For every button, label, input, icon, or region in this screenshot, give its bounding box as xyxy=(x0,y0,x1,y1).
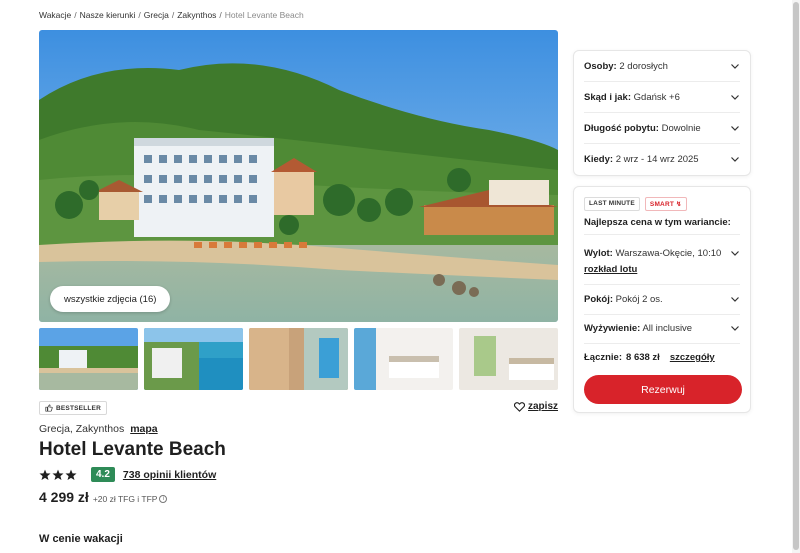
price-fees: +20 zł TFG i TFP i xyxy=(93,494,168,504)
breadcrumb-separator: / xyxy=(219,10,222,20)
total-value: 8 638 zł xyxy=(626,352,660,363)
included-section-title: W cenie wakacji xyxy=(39,533,123,545)
chevron-down-icon xyxy=(731,297,739,302)
rating-score-badge: 4.2 xyxy=(91,467,115,482)
photo-thumbnails xyxy=(39,328,558,390)
divider xyxy=(584,314,740,315)
smart-badge: SMART ↯ xyxy=(644,197,687,211)
thumbnail-2[interactable] xyxy=(144,328,243,390)
flight-select[interactable]: Wylot: Warszawa-Okęcie, 10:10 xyxy=(584,246,740,260)
all-photos-button[interactable]: wszystkie zdjęcia (16) xyxy=(50,286,171,312)
save-label: zapisz xyxy=(528,401,559,412)
chevron-down-icon xyxy=(731,251,739,256)
divider xyxy=(584,343,740,344)
persons-label: Osoby: xyxy=(584,60,617,72)
thumbnail-3[interactable] xyxy=(249,328,348,390)
dates-label: Kiedy: xyxy=(584,153,614,165)
hotel-price: 4 299 zł xyxy=(39,489,89,505)
divider xyxy=(584,112,740,113)
hotel-name: Hotel Levante Beach xyxy=(39,439,226,460)
chevron-down-icon xyxy=(731,64,739,69)
main-hotel-photo[interactable] xyxy=(39,30,558,322)
board-value: All inclusive xyxy=(642,322,693,334)
thumbnail-5[interactable] xyxy=(459,328,558,390)
scrollbar-thumb[interactable] xyxy=(793,2,799,550)
rating-row: 4.2 738 opinii klientów xyxy=(39,467,216,482)
breadcrumb-separator: / xyxy=(138,10,141,20)
star-rating xyxy=(39,469,77,481)
bestseller-label: BESTSELLER xyxy=(56,404,101,412)
room-select[interactable]: Pokój: Pokój 2 os. xyxy=(584,292,740,306)
star-icon xyxy=(39,469,51,480)
info-icon[interactable]: i xyxy=(159,495,168,503)
duration-value: Dowolnie xyxy=(661,122,701,134)
star-icon xyxy=(65,469,77,480)
page-scrollbar[interactable] xyxy=(792,0,800,553)
chevron-down-icon xyxy=(731,126,739,131)
offer-badges: LAST MINUTE SMART ↯ xyxy=(584,197,687,211)
room-value: Pokój 2 os. xyxy=(615,293,663,305)
persons-value: 2 dorosłych xyxy=(619,60,668,72)
offer-panel: LAST MINUTE SMART ↯ Najlepsza cena w tym… xyxy=(573,186,751,413)
save-button[interactable]: zapisz xyxy=(514,401,558,412)
departure-value: Gdańsk +6 xyxy=(633,91,680,103)
price-fees-text: +20 zł TFG i TFP xyxy=(92,494,158,504)
departure-select[interactable]: Skąd i jak: Gdańsk +6 xyxy=(584,90,740,104)
reserve-button[interactable]: Rezerwuj xyxy=(584,375,742,404)
divider xyxy=(584,81,740,82)
hotel-location: Grecja, Zakynthos mapa xyxy=(39,423,158,435)
chevron-down-icon xyxy=(731,326,739,331)
breadcrumb-current: Hotel Levante Beach xyxy=(224,10,304,20)
breadcrumb-separator: / xyxy=(74,10,77,20)
price-row: 4 299 zł +20 zł TFG i TFP i xyxy=(39,489,168,505)
divider xyxy=(584,234,740,235)
board-select[interactable]: Wyżywienie: All inclusive xyxy=(584,321,740,335)
breadcrumb: Wakacje / Nasze kierunki / Grecja / Zaky… xyxy=(39,10,304,20)
breadcrumb-separator: / xyxy=(171,10,175,20)
search-params-panel: Osoby: 2 dorosłych Skąd i jak: Gdańsk +6… xyxy=(573,50,751,176)
breadcrumb-item-region[interactable]: Zakynthos xyxy=(177,10,216,20)
last-minute-badge: LAST MINUTE xyxy=(584,197,640,211)
star-icon xyxy=(52,469,64,480)
flight-value: Warszawa-Okęcie, 10:10 xyxy=(615,247,722,259)
persons-select[interactable]: Osoby: 2 dorosłych xyxy=(584,59,740,73)
details-link[interactable]: szczegóły xyxy=(670,352,715,363)
duration-label: Długość pobytu: xyxy=(584,122,659,134)
divider xyxy=(584,284,740,285)
heart-icon xyxy=(514,401,525,412)
room-label: Pokój: xyxy=(584,293,614,305)
breadcrumb-item-wakacje[interactable]: Wakacje xyxy=(39,10,71,20)
divider xyxy=(584,143,740,144)
dates-select[interactable]: Kiedy: 2 wrz - 14 wrz 2025 xyxy=(584,152,740,166)
best-price-label: Najlepsza cena w tym wariancie: xyxy=(584,217,731,228)
board-label: Wyżywienie: xyxy=(584,322,641,334)
total-label: Łącznie: xyxy=(584,352,623,363)
dates-value: 2 wrz - 14 wrz 2025 xyxy=(615,153,699,165)
map-link[interactable]: mapa xyxy=(130,423,157,435)
smart-badge-label: SMART xyxy=(649,201,675,208)
bestseller-badge: BESTSELLER xyxy=(39,401,107,415)
smart-logo-icon: ↯ xyxy=(676,201,682,208)
breadcrumb-item-kierunki[interactable]: Nasze kierunki xyxy=(80,10,136,20)
thumbs-up-icon xyxy=(45,404,53,412)
breadcrumb-item-country[interactable]: Grecja xyxy=(144,10,169,20)
flight-label: Wylot: xyxy=(584,247,613,259)
chevron-down-icon xyxy=(731,157,739,162)
thumbnail-4[interactable] xyxy=(354,328,453,390)
thumbnail-1[interactable] xyxy=(39,328,138,390)
total-price-row: Łącznie: 8 638 zł szczegóły xyxy=(584,352,715,363)
duration-select[interactable]: Długość pobytu: Dowolnie xyxy=(584,121,740,135)
reviews-link[interactable]: 738 opinii klientów xyxy=(123,469,216,481)
chevron-down-icon xyxy=(731,95,739,100)
location-text: Grecja, Zakynthos xyxy=(39,423,125,435)
flight-schedule-link[interactable]: rozkład lotu xyxy=(584,264,637,275)
departure-label: Skąd i jak: xyxy=(584,91,631,103)
